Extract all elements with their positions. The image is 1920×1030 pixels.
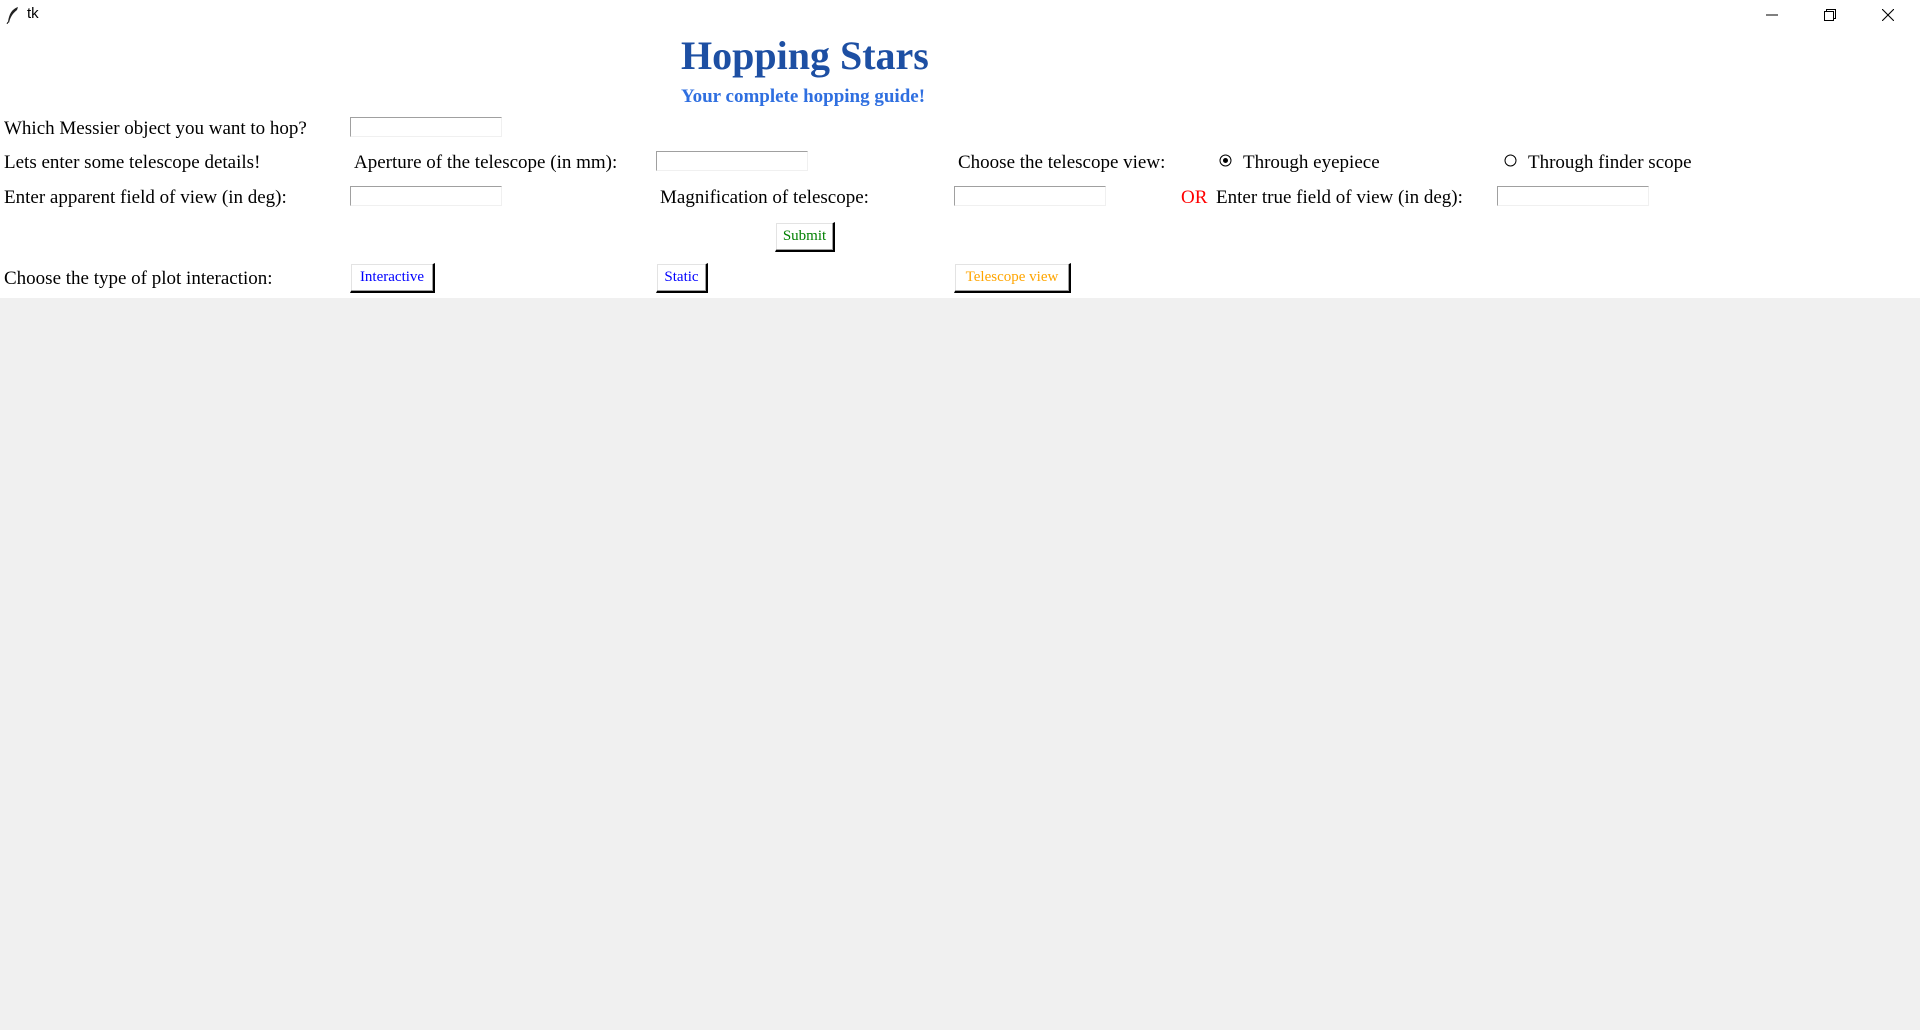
main-form-panel: Hopping Stars Your complete hopping guid… — [0, 30, 1920, 298]
radio-eyepiece-label[interactable]: Through eyepiece — [1243, 152, 1380, 174]
minimize-button[interactable] — [1743, 0, 1801, 30]
messier-input[interactable] — [350, 117, 502, 137]
view-label: Choose the telescope view: — [958, 152, 1166, 173]
magnification-input[interactable] — [954, 186, 1106, 206]
telescope-view-button[interactable]: Telescope view — [954, 263, 1071, 293]
feather-icon — [6, 6, 20, 25]
true-fov-input[interactable] — [1497, 186, 1649, 206]
window-titlebar: tk — [0, 0, 1920, 30]
radio-finder-scope-label[interactable]: Through finder scope — [1528, 152, 1692, 174]
submit-button[interactable]: Submit — [775, 222, 835, 252]
radio-eyepiece[interactable] — [1219, 154, 1232, 167]
or-label: OR — [1181, 187, 1208, 208]
true-fov-label: Enter true field of view (in deg): — [1216, 187, 1463, 208]
apparent-fov-input[interactable] — [350, 186, 502, 206]
window-title: tk — [27, 5, 39, 22]
telescope-details-label: Lets enter some telescope details! — [4, 152, 261, 173]
aperture-label: Aperture of the telescope (in mm): — [354, 152, 618, 173]
messier-label: Which Messier object you want to hop? — [4, 118, 307, 139]
page-title: Hopping Stars — [681, 33, 929, 78]
radio-finder-scope[interactable] — [1504, 154, 1517, 167]
restore-icon — [1824, 9, 1836, 21]
close-icon — [1882, 9, 1894, 21]
close-button[interactable] — [1859, 0, 1917, 30]
aperture-input[interactable] — [656, 151, 808, 171]
magnification-label: Magnification of telescope: — [660, 187, 869, 208]
static-button[interactable]: Static — [656, 263, 708, 293]
apparent-fov-label: Enter apparent field of view (in deg): — [4, 187, 287, 208]
minimize-icon — [1766, 14, 1778, 16]
plot-interaction-label: Choose the type of plot interaction: — [4, 268, 273, 289]
interactive-button[interactable]: Interactive — [350, 263, 435, 293]
restore-button[interactable] — [1801, 0, 1859, 30]
page-subtitle: Your complete hopping guide! — [681, 86, 926, 107]
